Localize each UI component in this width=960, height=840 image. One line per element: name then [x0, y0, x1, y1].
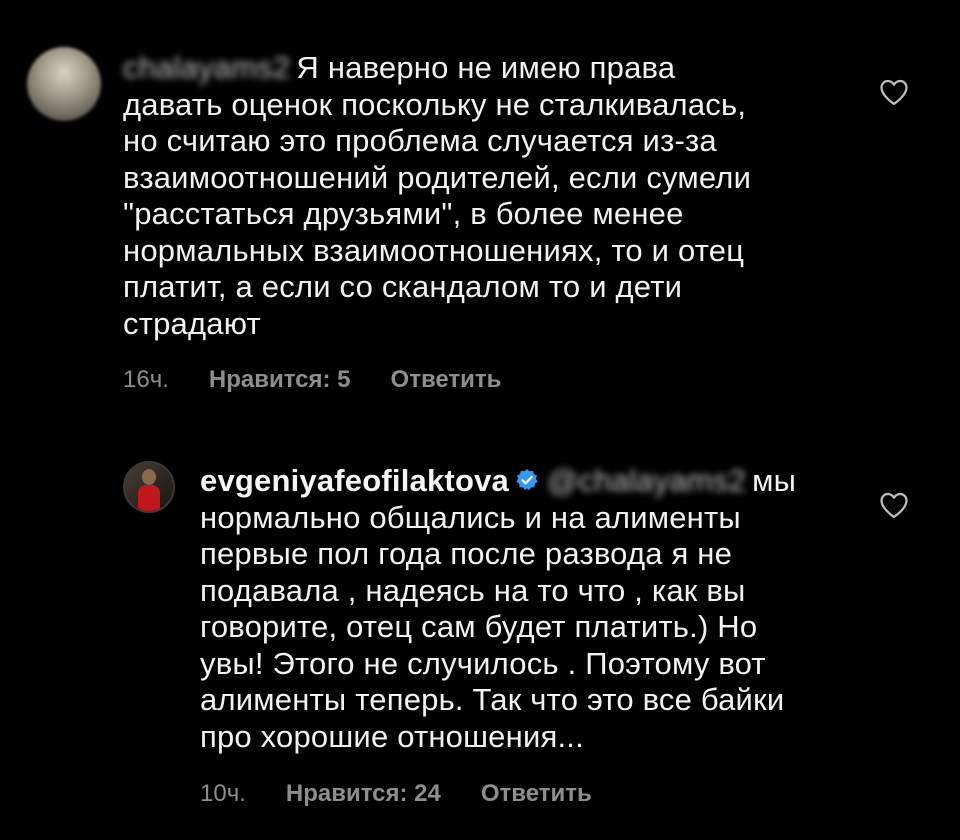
- username-blurred[interactable]: chalayams2: [123, 50, 290, 87]
- comment-line: алименты теперь. Так что это все байки: [200, 682, 785, 717]
- comment-text: chalayams2 Я наверно не имею права давать…: [123, 50, 823, 342]
- comment-line: взаимоотношений родителей, если сумели: [123, 159, 752, 195]
- avatar[interactable]: [123, 461, 175, 513]
- comment-line: "расстаться друзьями", в более менее: [123, 196, 684, 231]
- username-link[interactable]: evgeniyafeofilaktova: [200, 463, 509, 498]
- comment-meta: 10ч. Нравится: 24 Ответить: [200, 780, 592, 808]
- comment-line: первые пол года после развода я не: [200, 536, 733, 571]
- comment-line: про хорошие отношения...: [200, 718, 584, 754]
- likes-count[interactable]: Нравится: 5: [209, 366, 351, 394]
- comment-line: подавала , надеясь на то что , как вы: [200, 572, 746, 608]
- comment-time: 10ч.: [200, 780, 246, 807]
- comment-line: страдают: [123, 305, 261, 341]
- avatar-figure-head: [142, 469, 156, 485]
- comment-line: нормально общались и на алименты: [200, 499, 741, 535]
- mention-blurred[interactable]: @chalayams2: [547, 463, 746, 500]
- comment-line: мы: [752, 463, 797, 498]
- comment-text: evgeniyafeofilaktova @chalayams2 мы норма…: [200, 463, 860, 755]
- avatar-figure-body: [138, 485, 160, 511]
- comment-line: увы! Этого не случилось . Поэтому вот: [200, 645, 766, 681]
- comment-line: но считаю это проблема случается из-за: [123, 123, 717, 158]
- verified-badge-icon: [516, 468, 538, 490]
- comment-line: платит, а если со скандалом то и дети: [123, 269, 683, 304]
- reply-button[interactable]: Ответить: [481, 780, 592, 808]
- likes-count[interactable]: Нравится: 24: [286, 780, 441, 808]
- reply-button[interactable]: Ответить: [391, 366, 502, 394]
- comment-meta: 16ч. Нравится: 5 Ответить: [123, 366, 501, 394]
- heart-outline-icon[interactable]: [879, 491, 909, 519]
- heart-outline-icon[interactable]: [879, 78, 909, 106]
- comment-line: Я наверно не имею права: [296, 50, 676, 85]
- comment-line: давать оценок поскольку не сталкивалась,: [123, 86, 747, 122]
- avatar[interactable]: [27, 47, 101, 121]
- comment-time: 16ч.: [123, 366, 169, 393]
- comment-line: нормальных взаимоотношениях, то и отец: [123, 232, 745, 268]
- comment-line: говорите, отец сам будет платить.) Но: [200, 609, 758, 644]
